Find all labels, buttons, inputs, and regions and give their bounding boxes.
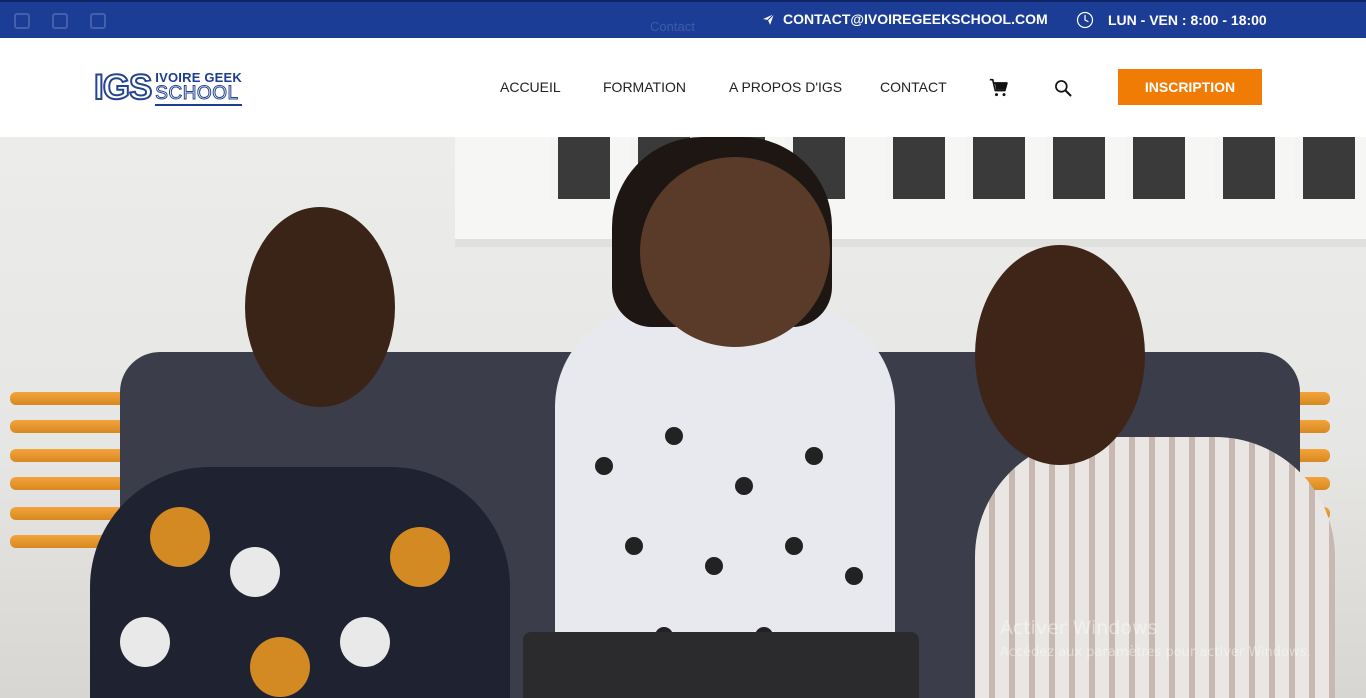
clock-icon: [1076, 11, 1094, 29]
nav-item-accueil[interactable]: ACCUEIL: [500, 79, 561, 95]
watermark-title: Activer Windows: [1000, 617, 1158, 639]
logo-line-2: SCHOOL: [155, 83, 243, 106]
background-window: [455, 137, 1366, 247]
nav-item-contact[interactable]: CONTACT: [880, 79, 947, 95]
contact-email-text: CONTACT@IVOIREGEEKSCHOOL.COM: [783, 11, 1048, 27]
person-left-head: [245, 207, 395, 407]
opening-hours-text: LUN - VEN : 8:00 - 18:00: [1108, 12, 1267, 28]
inscription-button[interactable]: INSCRIPTION: [1118, 69, 1262, 105]
logo-line-1: IVOIRE GEEK: [155, 69, 243, 85]
person-right-head: [975, 245, 1145, 465]
search-icon[interactable]: [1053, 78, 1073, 98]
site-logo[interactable]: IGS IVOIRE GEEK SCHOOL: [93, 68, 246, 107]
person-left-shirt: [90, 467, 510, 698]
person-center-head: [640, 157, 830, 347]
watermark-subtitle: Accédez aux paramètres pour activer Wind…: [1000, 645, 1311, 660]
instagram-icon[interactable]: [52, 13, 68, 29]
linkedin-icon[interactable]: [90, 13, 106, 29]
opening-hours: LUN - VEN : 8:00 - 18:00: [1076, 11, 1267, 29]
faded-social-icons: [14, 13, 106, 29]
cart-icon[interactable]: [989, 78, 1009, 98]
laptop: [523, 632, 919, 698]
site-header: IGS IVOIRE GEEK SCHOOL ACCUEIL FORMATION…: [0, 38, 1366, 137]
hero-image: Activer Windows Accédez aux paramètres p…: [0, 137, 1366, 698]
faded-contact-text: Contact: [650, 19, 695, 34]
facebook-icon[interactable]: [14, 13, 30, 29]
nav-item-formation[interactable]: FORMATION: [603, 79, 686, 95]
logo-wordmark: IVOIRE GEEK SCHOOL: [155, 69, 243, 106]
windows-activation-watermark: Activer Windows Accédez aux paramètres p…: [1000, 617, 1311, 660]
nav-item-a-propos[interactable]: A PROPOS D'IGS: [729, 79, 842, 95]
top-contact-bar: Contact CONTACT@IVOIREGEEKSCHOOL.COM LUN…: [0, 0, 1366, 38]
paper-plane-icon: [763, 13, 775, 25]
contact-email[interactable]: CONTACT@IVOIREGEEKSCHOOL.COM: [762, 11, 1048, 27]
logo-mark: IGS: [93, 68, 153, 107]
